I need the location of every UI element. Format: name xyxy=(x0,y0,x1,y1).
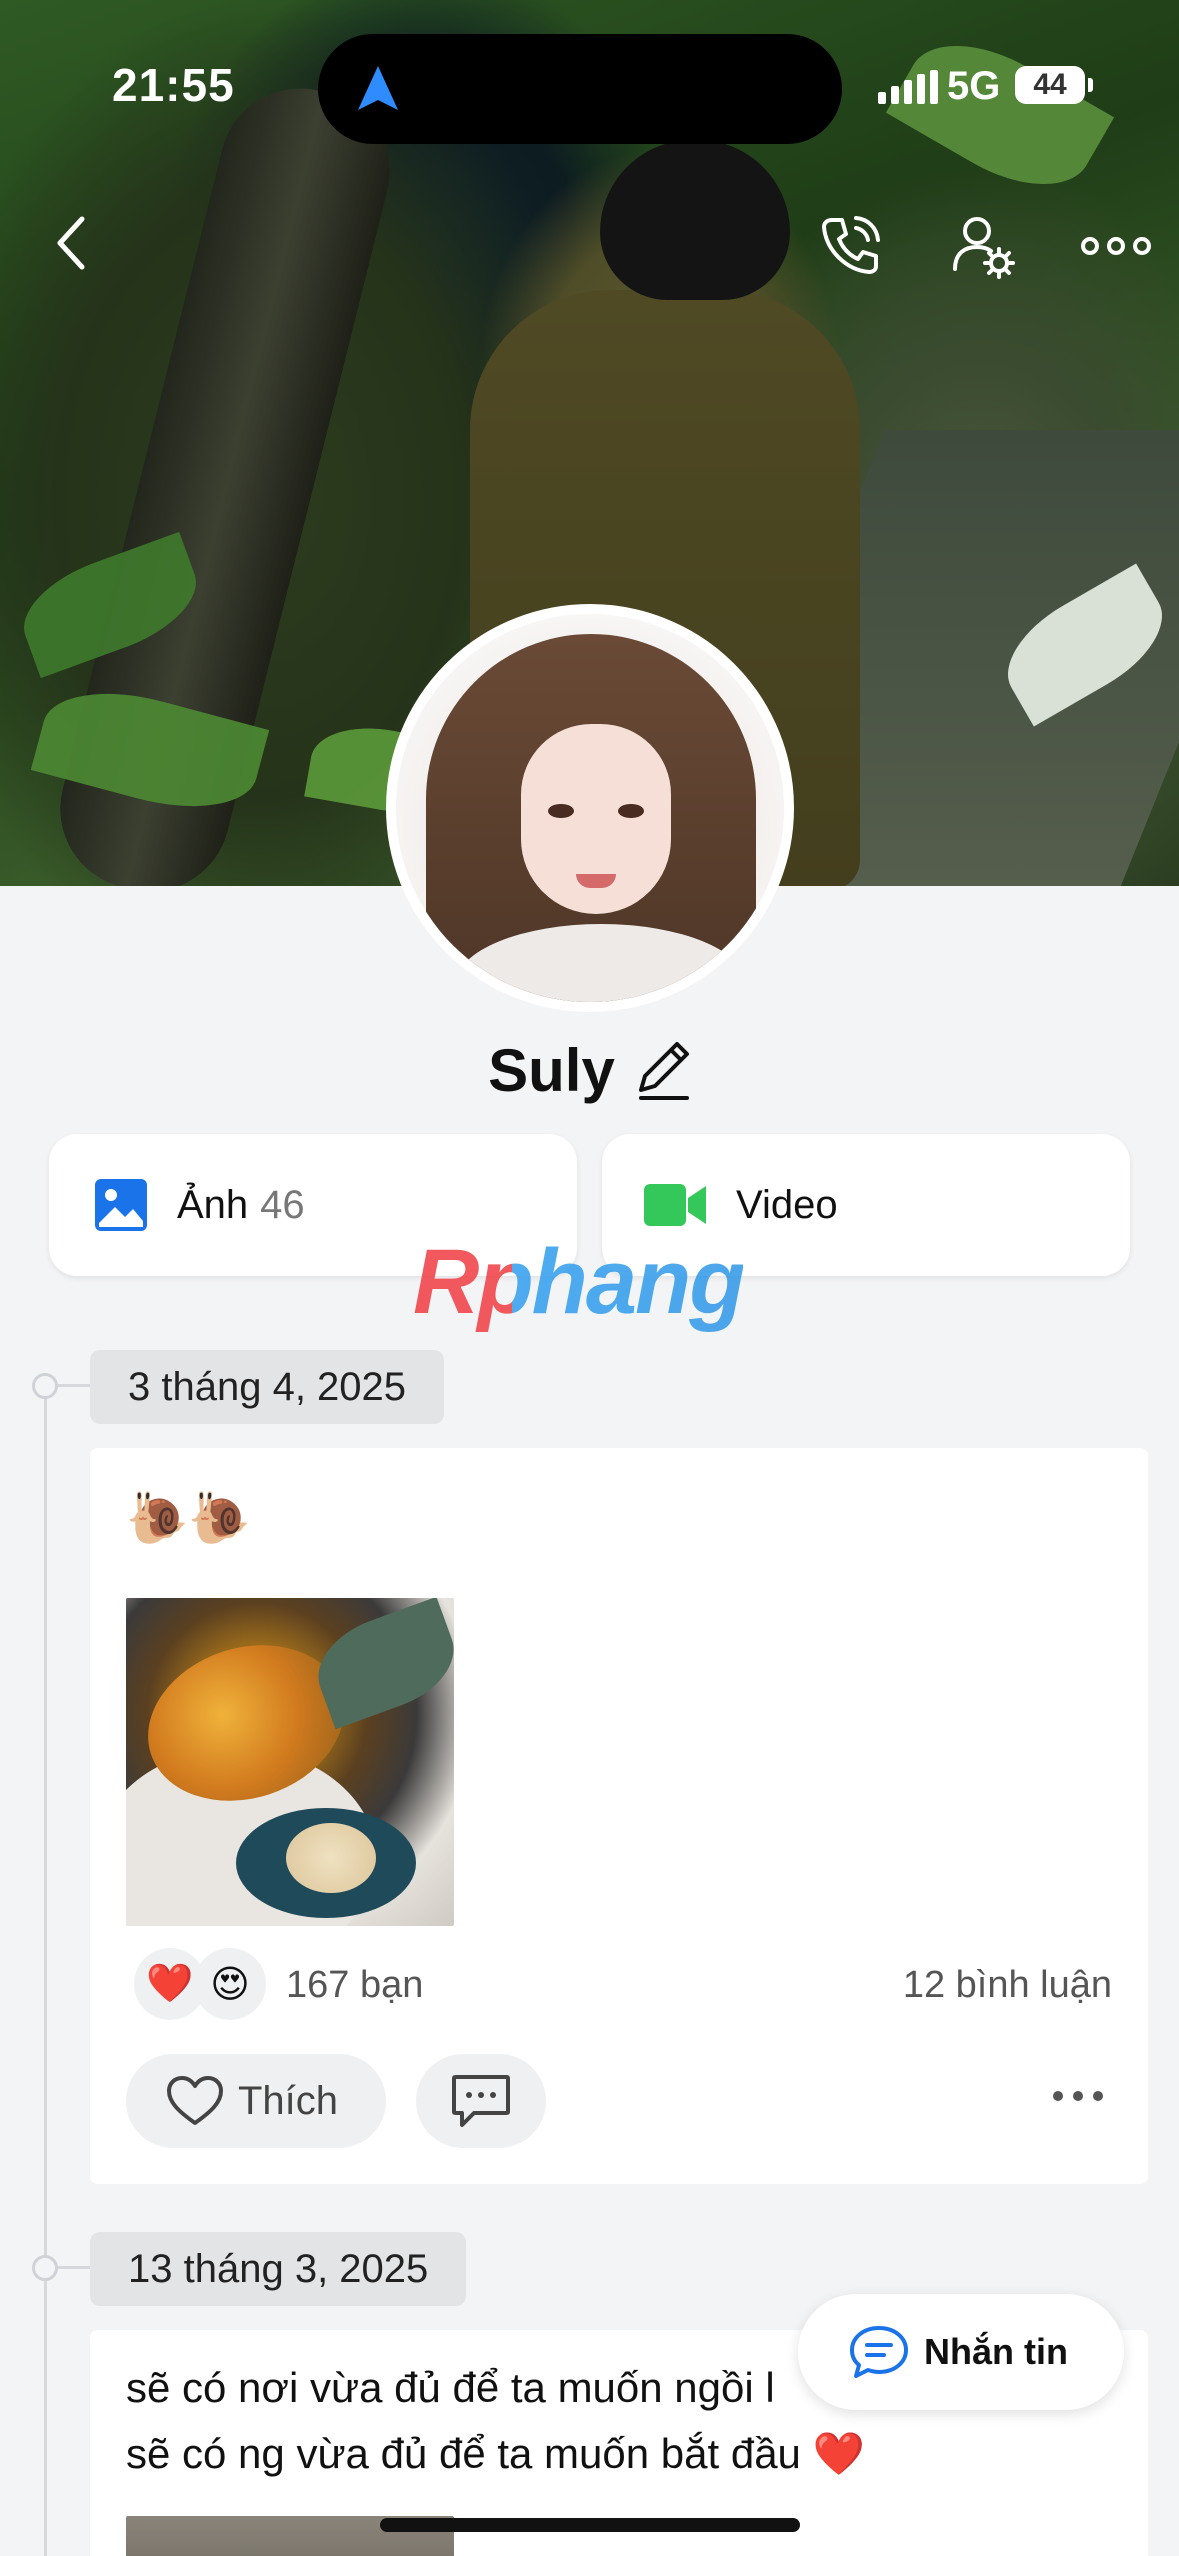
comment-count[interactable]: 12 bình luận xyxy=(903,1964,1112,2007)
post-text: 🐌🐌 xyxy=(126,1490,251,1546)
avatar-eye xyxy=(618,804,644,818)
post-text-line: sẽ có nơi vừa đủ để ta muốn ngồi l xyxy=(126,2364,775,2411)
back-icon xyxy=(57,216,85,270)
battery-tip xyxy=(1088,78,1093,92)
avatar-eye xyxy=(548,804,574,818)
reaction-heart-eyes[interactable]: 😍 xyxy=(194,1948,266,2020)
watermark-logo: Rphang xyxy=(413,1231,745,1333)
photo-icon xyxy=(95,1179,147,1231)
comment-button[interactable] xyxy=(416,2054,546,2148)
dynamic-island xyxy=(318,34,842,144)
like-button[interactable]: Thích xyxy=(126,2054,386,2148)
post-photo[interactable] xyxy=(126,1598,454,1926)
timeline-date: 13 tháng 3, 2025 xyxy=(90,2232,467,2306)
back-button[interactable] xyxy=(36,208,106,278)
network-type: 5G xyxy=(947,64,1001,108)
signal-strength-icon xyxy=(878,70,938,104)
cover-leaf xyxy=(885,17,1115,213)
photos-count: 46 xyxy=(260,1182,305,1227)
location-arrow-icon xyxy=(358,66,398,110)
like-label: Thích xyxy=(238,2078,339,2123)
profile-name: Suly xyxy=(488,1037,615,1104)
battery-indicator: 44 xyxy=(1015,66,1085,104)
timeline-tick xyxy=(58,2266,90,2269)
more-button[interactable] xyxy=(1076,208,1156,284)
timeline-tick xyxy=(58,1384,90,1387)
status-time: 21:55 xyxy=(112,59,235,111)
cover-person-hair xyxy=(600,140,790,300)
more-icon xyxy=(1081,237,1151,255)
timeline-post[interactable]: 🐌🐌 ❤️ 😍 167 bạn 12 bình luận Thích xyxy=(90,1448,1148,2184)
post-text-line: sẽ có ng vừa đủ để ta muốn bắt đầu ❤️ xyxy=(126,2430,865,2477)
timeline-date: 3 tháng 4, 2025 xyxy=(90,1350,445,1424)
message-button-label: Nhắn tin xyxy=(924,2331,1068,2372)
videos-label: Video xyxy=(736,1182,838,1227)
profile-settings-button[interactable] xyxy=(944,208,1024,284)
user-settings-icon xyxy=(953,217,1015,279)
call-button[interactable] xyxy=(812,208,888,284)
home-indicator[interactable] xyxy=(380,2518,800,2532)
phone-icon xyxy=(822,216,880,274)
profile-avatar[interactable] xyxy=(386,604,794,1012)
timeline-dot xyxy=(32,1373,58,1399)
photo-nuts xyxy=(286,1823,376,1893)
pencil-icon[interactable] xyxy=(637,1040,691,1102)
timeline-dot xyxy=(32,2255,58,2281)
chat-icon xyxy=(850,2326,908,2378)
timeline-line xyxy=(44,1380,47,2556)
reaction-count[interactable]: 167 bạn xyxy=(286,1964,423,2007)
photos-label: Ảnh xyxy=(177,1182,249,1227)
video-camera-icon xyxy=(644,1184,706,1226)
post-more-icon[interactable] xyxy=(1050,2088,1106,2104)
message-button[interactable]: Nhắn tin xyxy=(798,2294,1124,2410)
comment-icon xyxy=(452,2075,510,2127)
profile-name-row: Suly xyxy=(0,1036,1179,1105)
heart-outline-icon xyxy=(167,2076,223,2125)
